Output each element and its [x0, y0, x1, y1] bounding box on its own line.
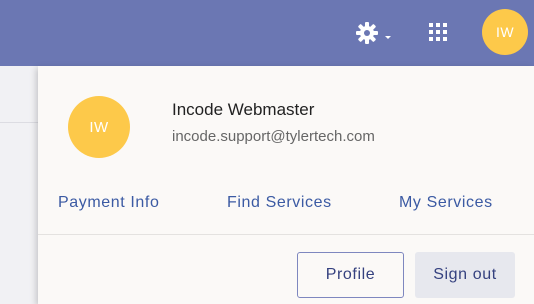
find-services-link[interactable]: Find Services — [227, 194, 332, 212]
profile-button[interactable]: Profile — [297, 252, 404, 298]
grid-icon[interactable] — [428, 22, 448, 42]
caret-down-icon — [385, 36, 391, 39]
avatar: IW — [68, 96, 130, 158]
user-avatar-button[interactable]: IW — [482, 9, 528, 55]
user-name: Incode Webmaster — [172, 100, 315, 119]
settings-menu-button[interactable] — [353, 19, 397, 47]
payment-info-link[interactable]: Payment Info — [58, 194, 159, 212]
background-page — [0, 66, 40, 304]
user-email: incode.support@tylertech.com — [172, 128, 375, 145]
gear-icon — [356, 22, 378, 44]
top-app-bar — [0, 0, 534, 66]
account-menu-panel: IW Incode Webmaster incode.support@tyler… — [38, 66, 534, 304]
my-services-link[interactable]: My Services — [399, 194, 493, 212]
sign-out-button[interactable]: Sign out — [415, 252, 515, 298]
divider — [0, 122, 40, 123]
divider — [38, 234, 534, 235]
